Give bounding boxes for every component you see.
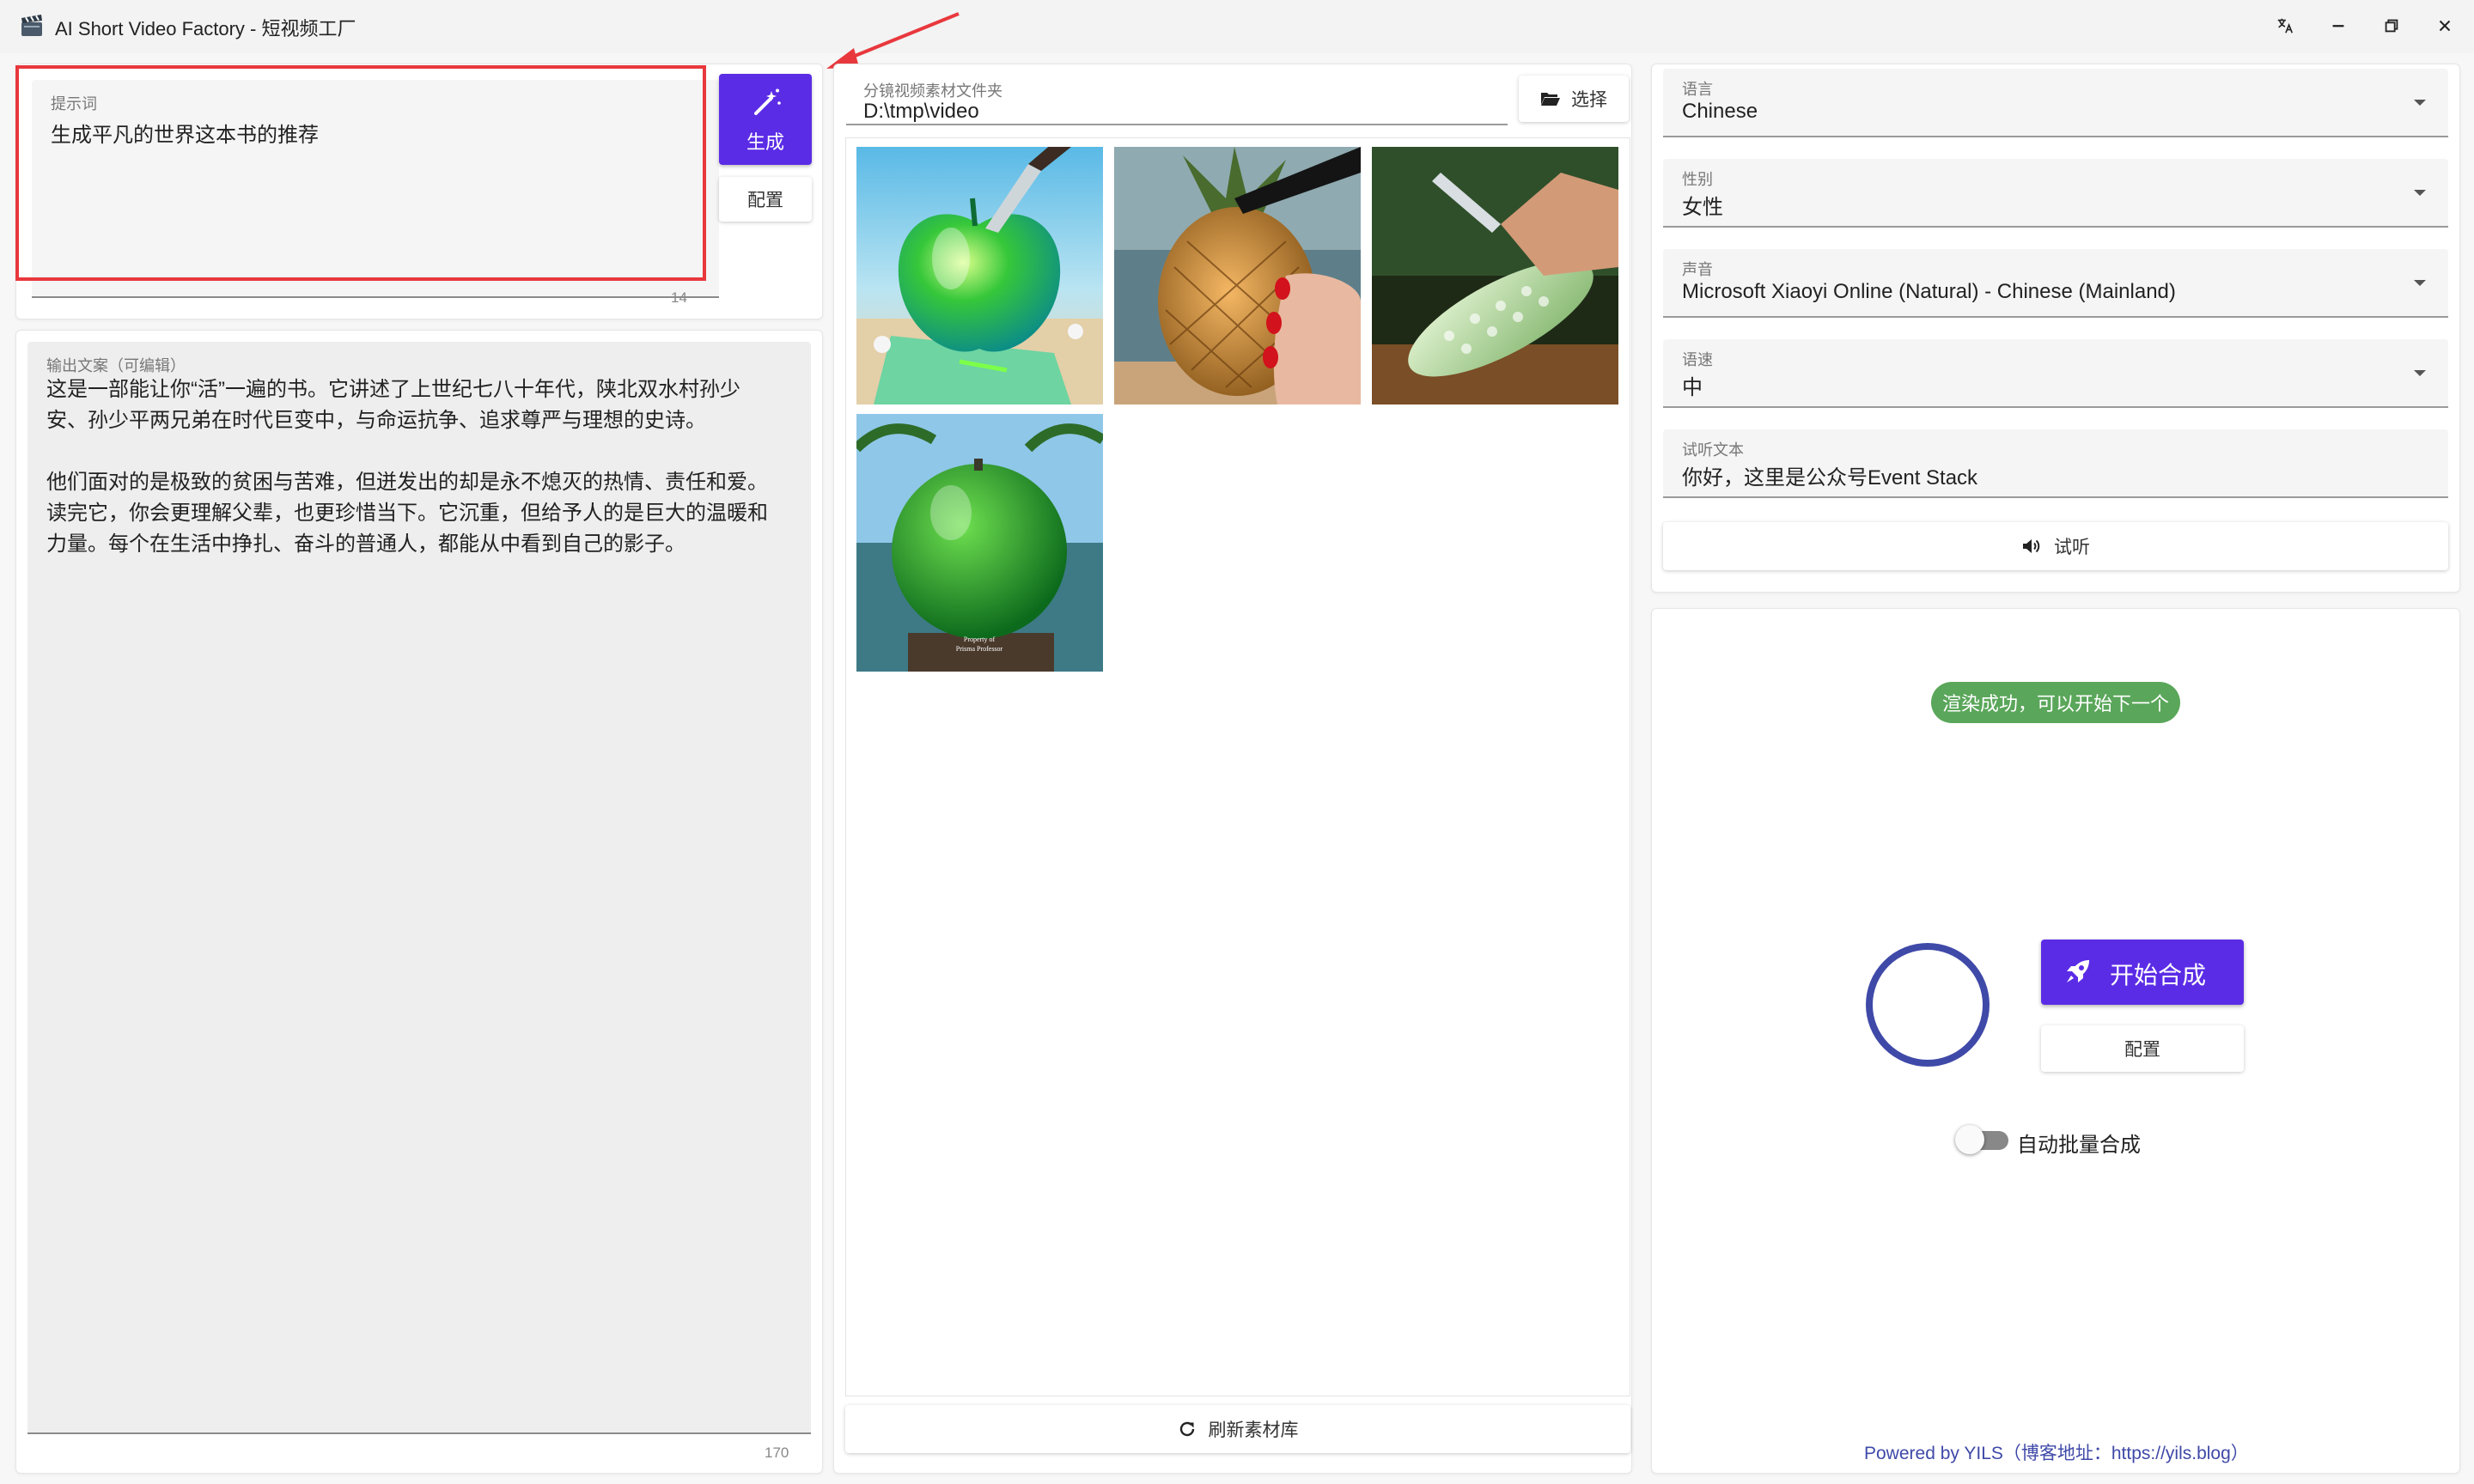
image-watermark-2: Prisma Professor <box>956 645 1003 653</box>
video-thumbnail-green-coconut[interactable]: Property of Prisma Professor <box>856 414 1103 672</box>
image-watermark: Property of <box>964 636 996 643</box>
speed-label: 语速 <box>1682 351 1713 368</box>
restore-icon <box>2385 19 2398 33</box>
render-config-button[interactable]: 配置 <box>2041 1025 2244 1072</box>
language-select[interactable]: 语言 Chinese <box>1663 69 2448 137</box>
glass-apple-image <box>856 147 1103 404</box>
preview-text-input[interactable]: 试听文本 你好，这里是公众号Event Stack <box>1663 429 2448 498</box>
select-folder-button[interactable]: 选择 <box>1519 76 1629 122</box>
preview-audio-label: 试听 <box>2054 538 2090 557</box>
auto-batch-toggle-thumb[interactable] <box>1955 1125 1984 1154</box>
folder-open-icon <box>1541 93 1560 106</box>
render-success-badge: 渲染成功，可以开始下一个 <box>1931 682 2180 723</box>
video-folder-value: D:\tmp\video <box>863 100 979 123</box>
glass-pineapple-image <box>1114 147 1361 404</box>
output-text: 这是一部能让你“活”一遍的书。它讲述了上世纪七八十年代，陕北双水村孙少 安、孙少… <box>46 378 768 556</box>
translate-button[interactable] <box>2266 10 2304 41</box>
close-icon <box>2439 20 2451 32</box>
translate-icon <box>2277 18 2294 33</box>
language-value: Chinese <box>1682 100 1758 123</box>
select-folder-label: 选择 <box>1571 90 1607 110</box>
start-synthesis-label: 开始合成 <box>2110 962 2207 988</box>
chevron-down-icon <box>2414 100 2426 106</box>
gender-label: 性别 <box>1682 171 1713 188</box>
voice-label: 声音 <box>1682 261 1713 278</box>
video-thumbnail-glass-cucumber[interactable] <box>1372 147 1618 404</box>
output-textarea[interactable]: 输出文案（可编辑） 这是一部能让你“活”一遍的书。它讲述了上世纪七八十年代，陕北… <box>27 342 811 1434</box>
refresh-materials-button[interactable]: 刷新素材库 <box>845 1405 1630 1453</box>
speed-value: 中 <box>1682 376 1703 399</box>
video-folder-label: 分镜视频素材文件夹 <box>863 82 1002 100</box>
start-synthesis-button[interactable]: 开始合成 <box>2041 940 2244 1005</box>
progress-spinner <box>1866 943 1990 1067</box>
chevron-down-icon <box>2414 370 2426 376</box>
chevron-down-icon <box>2414 190 2426 196</box>
highlight-annotation <box>15 65 706 281</box>
output-label: 输出文案（可编辑） <box>46 357 186 374</box>
chevron-down-icon <box>2414 280 2426 286</box>
minimize-button[interactable] <box>2319 10 2357 41</box>
clapperboard-icon <box>21 15 42 36</box>
gender-select[interactable]: 性别 女性 <box>1663 159 2448 228</box>
prompt-char-count: 14 <box>671 289 687 306</box>
speed-select[interactable]: 语速 中 <box>1663 339 2448 408</box>
green-coconut-image: Property of Prisma Professor <box>856 414 1103 672</box>
prompt-config-button[interactable]: 配置 <box>719 177 812 222</box>
close-button[interactable] <box>2426 10 2464 41</box>
preview-text-value: 你好，这里是公众号Event Stack <box>1682 466 1978 490</box>
tts-card <box>1651 64 2460 593</box>
title-bar: AI Short Video Factory - 短视频工厂 <box>0 0 2474 53</box>
generate-label: 生成 <box>746 131 784 153</box>
glass-cucumber-image <box>1372 147 1618 404</box>
magic-wand-icon <box>754 88 781 115</box>
restore-button[interactable] <box>2373 10 2410 41</box>
speaker-icon <box>2023 539 2040 553</box>
voice-value: Microsoft Xiaoyi Online (Natural) - Chin… <box>1682 280 2176 303</box>
preview-text-label: 试听文本 <box>1682 441 1744 459</box>
refresh-materials-label: 刷新素材库 <box>1208 1420 1299 1440</box>
video-folder-input[interactable]: 分镜视频素材文件夹 D:\tmp\video <box>846 76 1508 125</box>
app-title: AI Short Video Factory - 短视频工厂 <box>55 18 356 40</box>
voice-select[interactable]: 声音 Microsoft Xiaoyi Online (Natural) - C… <box>1663 249 2448 318</box>
language-label: 语言 <box>1682 81 1713 98</box>
output-char-count: 170 <box>765 1444 789 1461</box>
preview-audio-button[interactable]: 试听 <box>1663 522 2448 570</box>
generate-button[interactable]: 生成 <box>719 74 812 165</box>
video-thumbnail-glass-apple[interactable] <box>856 147 1103 404</box>
rocket-icon <box>2067 960 2089 982</box>
auto-batch-label: 自动批量合成 <box>2017 1134 2141 1157</box>
footer-credit[interactable]: Powered by YILS（博客地址：https://yils.blog） <box>1864 1439 2249 1465</box>
minimize-icon <box>2332 25 2344 27</box>
refresh-icon <box>1179 1421 1194 1437</box>
video-thumbnail-glass-pineapple[interactable] <box>1114 147 1361 404</box>
gender-value: 女性 <box>1682 196 1723 219</box>
